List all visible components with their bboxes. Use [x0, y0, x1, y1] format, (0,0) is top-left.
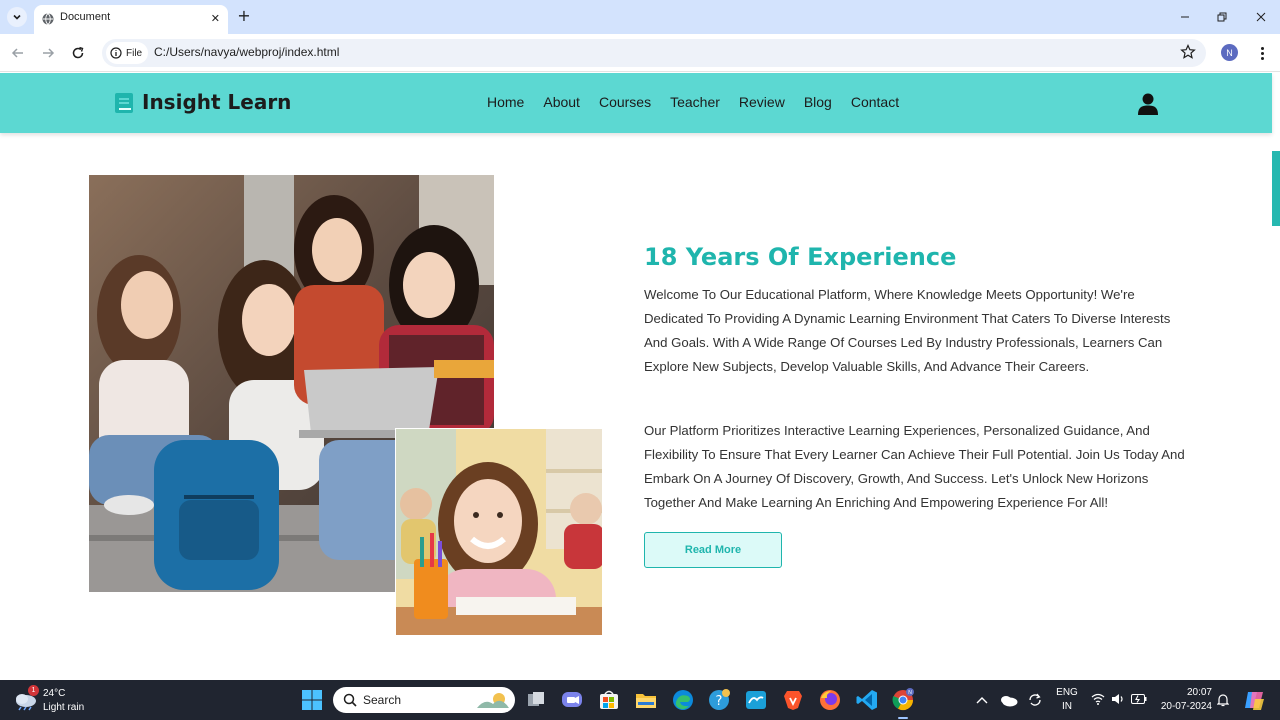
chevron-down-icon — [13, 14, 21, 20]
taskbar-search[interactable]: Search — [333, 687, 515, 713]
language-bottom[interactable]: IN — [1056, 701, 1078, 712]
weather-widget[interactable]: 1 24°C Light rain — [14, 685, 94, 715]
nav-contact[interactable]: Contact — [851, 94, 899, 110]
tab-title: Document — [60, 11, 111, 23]
new-tab-button[interactable]: + — [236, 8, 252, 24]
chrome-icon[interactable]: N — [891, 688, 915, 712]
clock-time[interactable]: 20:07 — [1158, 687, 1212, 698]
tab-document[interactable]: Document ✕ — [34, 5, 228, 34]
teams-chat-icon[interactable] — [560, 688, 584, 712]
brave-icon[interactable] — [781, 688, 805, 712]
battery-icon[interactable] — [1131, 694, 1147, 704]
minimize-icon[interactable] — [1177, 9, 1193, 25]
forward-button[interactable] — [39, 44, 57, 62]
browser-menu-icon[interactable] — [1256, 44, 1268, 62]
site-logo[interactable]: Insight Learn — [142, 90, 291, 114]
notification-bell-icon[interactable] — [1217, 693, 1229, 707]
microsoft-store-icon[interactable] — [597, 688, 621, 712]
nav-teacher[interactable]: Teacher — [670, 94, 720, 110]
back-button[interactable] — [9, 44, 27, 62]
volume-icon[interactable] — [1111, 693, 1125, 705]
browser-toolbar: File C:/Users/navya/webproj/index.html — [0, 34, 1280, 72]
language-top[interactable]: ENG — [1056, 687, 1078, 698]
search-icon — [343, 693, 357, 707]
profile-avatar[interactable]: N — [1221, 44, 1238, 61]
task-view-icon[interactable] — [524, 688, 548, 712]
restore-icon[interactable] — [1214, 9, 1230, 25]
file-explorer-icon[interactable] — [634, 688, 658, 712]
firefox-icon[interactable] — [818, 688, 842, 712]
about-paragraph-1: Welcome To Our Educational Platform, Whe… — [644, 287, 1171, 374]
nav-courses[interactable]: Courses — [599, 94, 651, 110]
nav-review[interactable]: Review — [739, 94, 785, 110]
close-window-icon[interactable] — [1253, 9, 1269, 25]
chrome-badge-text: N — [908, 690, 912, 696]
girl-photo — [395, 428, 603, 636]
onedrive-icon[interactable] — [1000, 693, 1018, 707]
weather-condition: Light rain — [43, 702, 85, 713]
nav-home[interactable]: Home — [487, 94, 524, 110]
read-more-button[interactable]: Read More — [644, 532, 782, 568]
tab-search-button[interactable] — [7, 7, 27, 27]
edge-icon[interactable] — [671, 688, 695, 712]
get-help-icon[interactable]: ? — [707, 688, 731, 712]
chevron-up-icon[interactable] — [976, 695, 988, 705]
os-taskbar: 1 24°C Light rain Search ? N ENG IN 20:0… — [0, 680, 1280, 720]
svg-text:?: ? — [716, 694, 723, 709]
weather-temp: 24°C — [43, 688, 66, 699]
reload-button[interactable] — [69, 44, 87, 62]
globe-icon — [42, 13, 54, 25]
main-nav: Home About Courses Teacher Review Blog C… — [487, 94, 899, 110]
book-icon — [115, 93, 133, 113]
wifi-icon[interactable] — [1091, 693, 1105, 705]
arrow-right-icon — [43, 48, 55, 58]
search-label: Search — [363, 693, 402, 707]
info-icon — [110, 47, 122, 59]
copilot-icon[interactable] — [1243, 689, 1265, 711]
nav-about[interactable]: About — [543, 94, 580, 110]
web-page: Insight Learn Home About Courses Teacher… — [0, 73, 1280, 680]
user-icon[interactable] — [1138, 93, 1158, 115]
address-bar[interactable]: File C:/Users/navya/webproj/index.html — [102, 39, 1206, 67]
windows-start-icon[interactable] — [300, 688, 324, 712]
site-info-label: File — [126, 47, 143, 59]
browser-tabstrip: Document ✕ + — [0, 0, 1280, 34]
vscode-icon[interactable] — [855, 688, 879, 712]
chrome-active-indicator — [898, 717, 908, 719]
page-scrollbar-thumb[interactable] — [1272, 151, 1280, 226]
bookmark-star-icon[interactable] — [1180, 44, 1196, 60]
about-title: 18 Years Of Experience — [644, 243, 957, 271]
close-tab-icon[interactable]: ✕ — [211, 12, 220, 26]
about-paragraph-2: Our Platform Prioritizes Interactive Lea… — [644, 423, 1185, 510]
arrow-left-icon — [11, 48, 23, 58]
sync-icon[interactable] — [1027, 692, 1043, 708]
clock-date[interactable]: 20-07-2024 — [1158, 701, 1212, 712]
site-info-chip[interactable]: File — [106, 42, 149, 64]
nav-blog[interactable]: Blog — [804, 94, 832, 110]
mysql-workbench-icon[interactable] — [744, 688, 768, 712]
weather-badge: 1 — [28, 685, 39, 696]
url-text[interactable]: C:/Users/navya/webproj/index.html — [154, 45, 339, 59]
site-header: Insight Learn Home About Courses Teacher… — [0, 73, 1272, 133]
reload-icon — [72, 46, 84, 59]
search-highlight-icon — [477, 693, 509, 708]
